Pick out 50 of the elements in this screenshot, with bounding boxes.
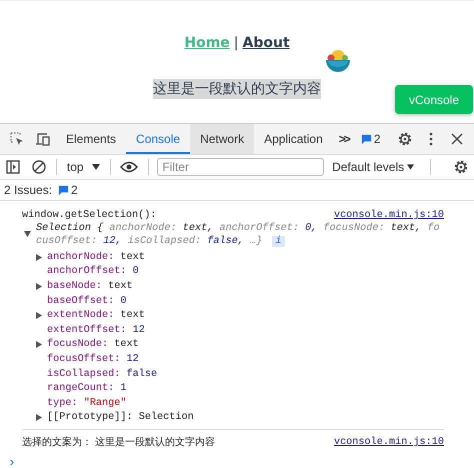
prompt-caret: ›	[8, 455, 16, 468]
log-message: 选择的文案为： 这里是一段默认的文字内容	[22, 436, 216, 450]
expand-arrow-icon[interactable]	[36, 282, 43, 290]
filter-field[interactable]: Filter	[157, 158, 324, 176]
message-icon	[58, 184, 70, 196]
settings-icon[interactable]	[396, 131, 412, 147]
expand-arrow-icon[interactable]	[36, 254, 43, 261]
device-toggle-icon[interactable]	[35, 131, 51, 147]
issues-count[interactable]: 2	[58, 183, 78, 197]
inspect-icon[interactable]	[9, 131, 25, 147]
nav-link[interactable]: About	[242, 35, 290, 51]
issues-label: 2 Issues:	[4, 183, 52, 197]
bowl-logo-icon	[326, 48, 350, 74]
property-line: extentNode: text	[47, 310, 145, 322]
more-tabs-button[interactable]: >>	[338, 132, 349, 146]
caret-icon	[92, 164, 100, 170]
property-line: focusNode: text	[47, 339, 139, 350]
context-dropdown[interactable]: top	[66, 160, 100, 174]
property-line: anchorOffset: 0	[47, 266, 139, 278]
settings-icon[interactable]	[453, 159, 470, 175]
property-line: baseOffset: 0	[47, 296, 126, 307]
highlighted-text: 这里是一段默认的文字内容	[153, 79, 321, 99]
object-preview[interactable]: Selection { anchorNode: text, anchorOffset: 0, focusNode: text, focusOffset: 12, isCollapsed: false, …} i	[36, 222, 444, 248]
clear-console-icon[interactable]	[31, 159, 47, 175]
expand-arrow-icon[interactable]	[36, 341, 43, 348]
property-line: [[Prototype]]: Selection	[47, 412, 194, 424]
log-levels-dropdown[interactable]: Default levels	[332, 160, 414, 174]
property-line: rangeCount: 1	[47, 383, 126, 394]
source-link[interactable]: vconsole.min.js:10	[334, 209, 444, 222]
message-icon	[360, 134, 372, 144]
eye-icon[interactable]	[120, 161, 138, 173]
property-line: isCollapsed: false	[47, 368, 158, 380]
property-line: extentOffset: 12	[47, 324, 145, 336]
property-line: focusOffset: 12	[47, 354, 139, 365]
property-line: anchorNode: text	[47, 252, 145, 263]
source-link[interactable]: vconsole.min.js:10	[334, 436, 444, 450]
expand-arrow-icon[interactable]	[24, 231, 31, 238]
nav-separator: |	[234, 35, 238, 51]
expand-arrow-icon[interactable]	[36, 312, 43, 320]
property-line: type: "Range"	[47, 398, 126, 409]
devtools-tab[interactable]: Network	[190, 124, 254, 154]
close-icon[interactable]	[448, 131, 464, 147]
caret-icon	[407, 164, 414, 170]
sidebar-toggle-icon[interactable]	[5, 159, 21, 175]
log-text: window.getSelection():	[22, 209, 156, 222]
expand-arrow-icon[interactable]	[36, 414, 43, 422]
property-line: baseNode: text	[47, 280, 133, 292]
devtools-tab[interactable]: Application	[254, 124, 333, 154]
issues-badge[interactable]: 2	[360, 132, 380, 146]
devtools-tab[interactable]: Elements	[56, 124, 126, 154]
